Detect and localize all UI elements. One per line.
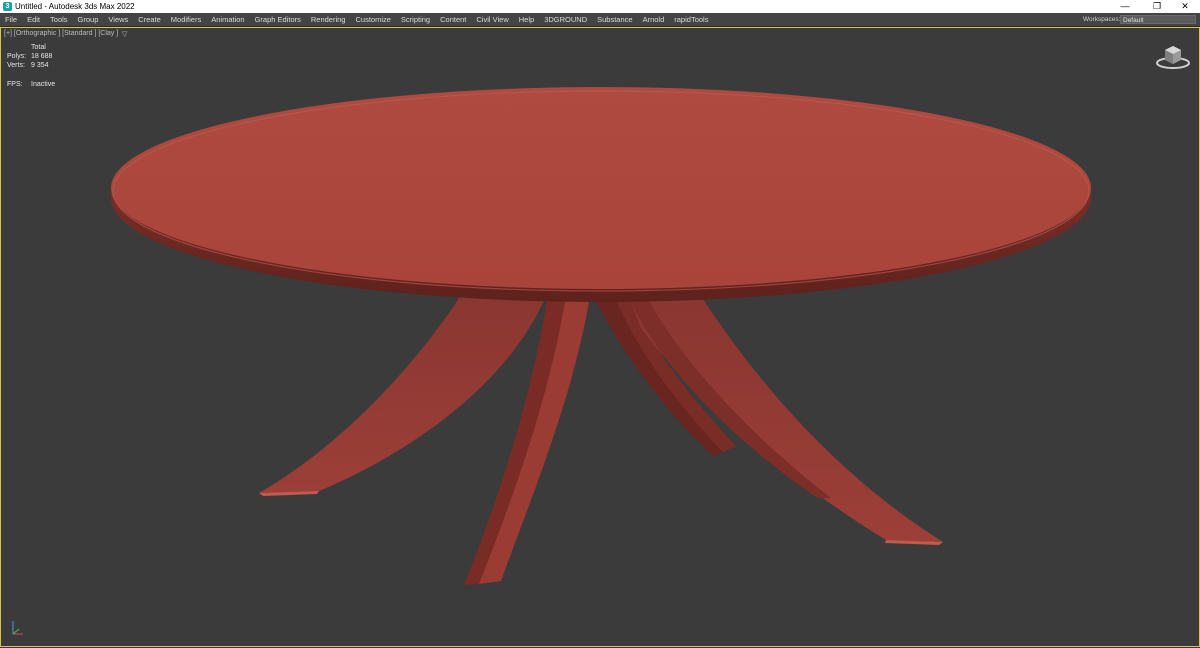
menu-item-modifiers[interactable]: Modifiers bbox=[166, 13, 206, 26]
title-bar: 3 Untitled - Autodesk 3ds Max 2022 — ❐ ✕ bbox=[0, 0, 1200, 13]
menu-item-3dground[interactable]: 3DGROUND bbox=[539, 13, 592, 26]
table-top-surface bbox=[111, 87, 1091, 289]
menu-item-rapidtools[interactable]: rapidTools bbox=[669, 13, 713, 26]
minimize-button[interactable]: — bbox=[1110, 0, 1140, 13]
stats-fps-value: Inactive bbox=[31, 81, 56, 88]
close-button[interactable]: ✕ bbox=[1170, 0, 1200, 13]
menu-item-civil-view[interactable]: Civil View bbox=[471, 13, 513, 26]
menu-item-create[interactable]: Create bbox=[133, 13, 166, 26]
menu-item-animation[interactable]: Animation bbox=[206, 13, 249, 26]
workspaces-dropdown[interactable]: Default bbox=[1120, 15, 1196, 24]
menu-item-tools[interactable]: Tools bbox=[45, 13, 73, 26]
menu-item-substance[interactable]: Substance bbox=[592, 13, 637, 26]
stats-fps-label: FPS: bbox=[7, 81, 23, 88]
table-leg-left bbox=[259, 292, 546, 493]
workspaces-value: Default bbox=[1123, 17, 1144, 24]
menu-item-help[interactable]: Help bbox=[514, 13, 539, 26]
menu-item-graph-editors[interactable]: Graph Editors bbox=[250, 13, 306, 26]
menu-item-file[interactable]: File bbox=[0, 13, 22, 26]
menu-item-arnold[interactable]: Arnold bbox=[638, 13, 670, 26]
axis-gizmo-icon bbox=[12, 621, 23, 635]
window-title: Untitled - Autodesk 3ds Max 2022 bbox=[15, 2, 135, 11]
viewcube-icon[interactable] bbox=[1155, 42, 1191, 72]
filter-icon[interactable]: ▽ bbox=[122, 30, 127, 38]
stats-verts-label: Verts: bbox=[7, 62, 25, 69]
menu-items: File Edit Tools Group Views Create Modifiers An… bbox=[0, 13, 713, 26]
menu-item-content[interactable]: Content bbox=[435, 13, 471, 26]
menu-item-edit[interactable]: Edit bbox=[22, 13, 45, 26]
menu-bar: File Edit Tools Group Views Create Modifiers An… bbox=[0, 13, 1200, 27]
scene-render bbox=[111, 87, 1091, 585]
menu-item-views[interactable]: Views bbox=[103, 13, 133, 26]
stats-verts-value: 9 354 bbox=[31, 62, 49, 69]
menu-item-customize[interactable]: Customize bbox=[350, 13, 395, 26]
menu-item-scripting[interactable]: Scripting bbox=[396, 13, 435, 26]
table-leg-right bbox=[629, 296, 943, 542]
app-icon: 3 bbox=[3, 2, 12, 11]
workspaces-label: Workspaces: bbox=[1083, 16, 1121, 23]
menu-item-group[interactable]: Group bbox=[73, 13, 104, 26]
viewport-label[interactable]: [+] [Orthographic ] [Standard ] [Clay ] bbox=[4, 30, 118, 37]
menu-item-rendering[interactable]: Rendering bbox=[306, 13, 351, 26]
restore-button[interactable]: ❐ bbox=[1142, 0, 1172, 13]
viewport[interactable]: [+] [Orthographic ] [Standard ] [Clay ] … bbox=[0, 27, 1200, 647]
